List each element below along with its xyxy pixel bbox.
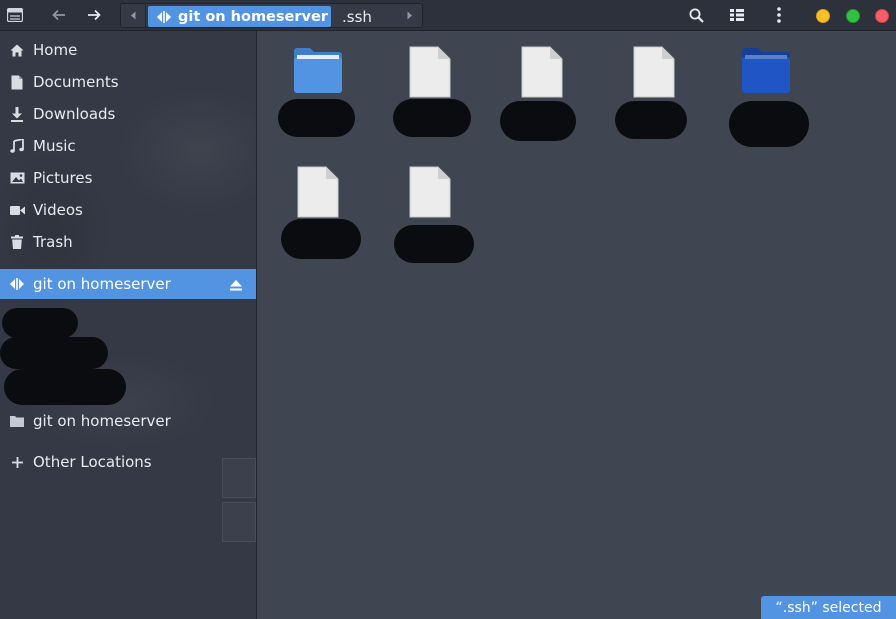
chevron-right-icon[interactable] xyxy=(398,4,422,27)
sidebar-item-downloads[interactable]: Downloads xyxy=(0,99,256,129)
network-share-icon xyxy=(8,275,26,293)
video-icon xyxy=(8,201,26,219)
file-icon xyxy=(633,46,675,98)
file-item-file[interactable] xyxy=(497,31,587,141)
file-view xyxy=(257,31,896,619)
sidebar-item-pictures[interactable]: Pictures xyxy=(0,163,256,193)
arrow-left-icon[interactable] xyxy=(47,3,71,27)
sidebar-item-label: Other Locations xyxy=(33,453,152,471)
plus-icon xyxy=(8,453,26,471)
redacted-filename xyxy=(615,101,687,139)
file-icon xyxy=(521,46,563,98)
file-item-folder[interactable] xyxy=(273,31,363,141)
header-bar: git on homeserver .ssh xyxy=(0,0,896,31)
arrow-right-icon[interactable] xyxy=(82,3,106,27)
sidebar-item-other-locations[interactable]: Other Locations xyxy=(0,447,256,477)
sidebar-item-label: git on homeserver xyxy=(33,275,171,293)
redacted-filename xyxy=(729,101,809,147)
breadcrumb-ssh[interactable]: .ssh xyxy=(342,6,372,27)
path-bar: git on homeserver .ssh xyxy=(120,3,423,28)
eject-icon[interactable] xyxy=(230,277,242,295)
breadcrumb-label: git on homeserver xyxy=(178,8,328,25)
minimize-button[interactable] xyxy=(816,9,830,23)
search-icon[interactable] xyxy=(684,3,708,27)
sidebar-item-label: Home xyxy=(33,41,78,59)
network-share-icon xyxy=(156,10,172,23)
redacted-filename xyxy=(500,101,576,141)
sidebar-item-music[interactable]: Music xyxy=(0,131,256,161)
redacted-entry xyxy=(0,337,108,369)
maximize-button[interactable] xyxy=(846,9,860,23)
sidebar-item-documents[interactable]: Documents xyxy=(0,67,256,97)
sidebar-item-label: Trash xyxy=(33,233,73,251)
view-options-icon[interactable] xyxy=(725,3,749,27)
file-item-folder-selected[interactable] xyxy=(721,31,811,147)
sidebar-item-trash[interactable]: Trash xyxy=(0,227,256,257)
sidebar-item-label: git on homeserver xyxy=(33,412,171,430)
redacted-entry xyxy=(4,369,126,405)
sidebar-item-label: Music xyxy=(33,137,76,155)
file-item-file[interactable] xyxy=(273,151,363,261)
file-item-file[interactable] xyxy=(609,31,699,141)
background-artifact xyxy=(222,458,256,498)
music-icon xyxy=(8,137,26,155)
sidebar-item-label: Documents xyxy=(33,73,119,91)
kebab-menu-icon[interactable] xyxy=(767,3,791,27)
sidebar-item-videos[interactable]: Videos xyxy=(0,195,256,225)
background-artifact xyxy=(222,502,256,542)
redacted-filename xyxy=(393,99,471,137)
sidebar-item-git-on-homeserver[interactable]: git on homeserver xyxy=(0,269,256,299)
sidebar-item-label: Downloads xyxy=(33,105,116,123)
home-icon xyxy=(8,41,26,59)
selection-status: “.ssh” selected xyxy=(761,596,896,619)
folder-icon xyxy=(294,48,342,93)
chevron-left-icon[interactable] xyxy=(121,4,146,27)
file-item-file[interactable] xyxy=(385,31,475,141)
redacted-entry xyxy=(2,308,78,338)
breadcrumb-git-on-homeserver[interactable]: git on homeserver xyxy=(148,6,331,27)
close-button[interactable] xyxy=(875,9,889,23)
sidebar: Home Documents Downloads Music Pictures … xyxy=(0,31,257,619)
sidebar-toggle-icon[interactable] xyxy=(3,3,27,27)
file-item-file[interactable] xyxy=(385,151,475,263)
sidebar-item-label: Videos xyxy=(33,201,83,219)
file-icon xyxy=(409,166,451,218)
sidebar-item-bookmark[interactable]: git on homeserver xyxy=(0,406,256,436)
sidebar-item-label: Pictures xyxy=(33,169,93,187)
file-icon xyxy=(297,166,339,218)
picture-icon xyxy=(8,169,26,187)
sidebar-item-home[interactable]: Home xyxy=(0,35,256,65)
download-icon xyxy=(8,105,26,123)
folder-icon xyxy=(8,412,26,430)
redacted-filename xyxy=(394,225,474,263)
trash-icon xyxy=(8,233,26,251)
file-icon xyxy=(409,46,451,98)
redacted-filename xyxy=(281,219,361,259)
document-icon xyxy=(8,73,26,91)
folder-icon xyxy=(742,48,790,93)
redacted-filename xyxy=(278,99,355,137)
